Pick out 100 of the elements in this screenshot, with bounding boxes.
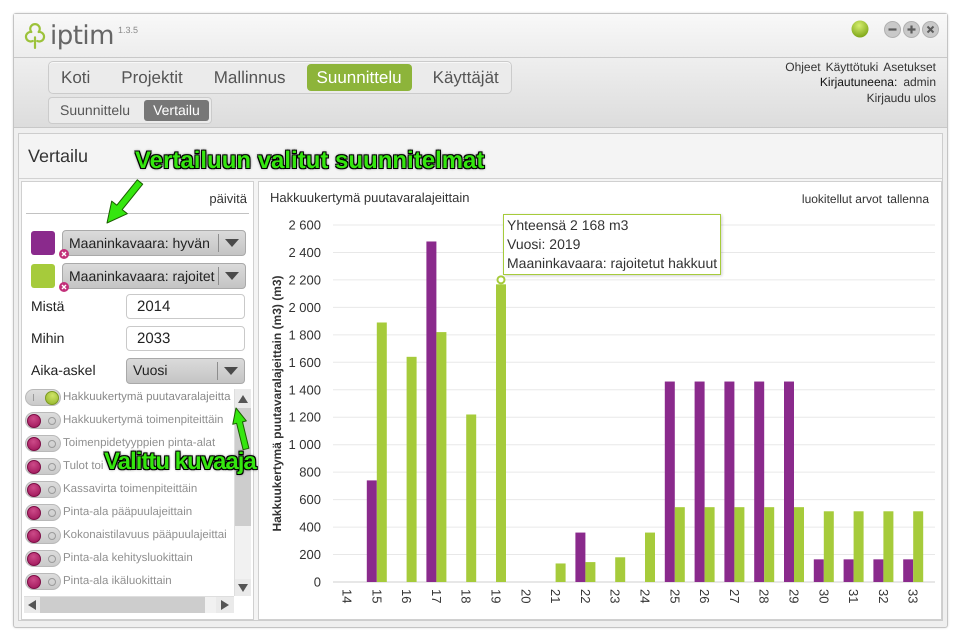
triangle-down-icon: [238, 584, 248, 592]
chart-list-item[interactable]: Kassavirta toimenpiteittäin: [63, 480, 198, 498]
chart-action-link[interactable]: tallenna: [886, 192, 929, 207]
toggle-switch[interactable]: [25, 527, 61, 544]
field-label: Mihin: [31, 329, 66, 348]
x-tick-label: 19: [488, 589, 504, 604]
toggle-switch[interactable]: [25, 435, 61, 452]
chart-list-item[interactable]: Hakkuukertymä toimenpiteittäin: [63, 412, 224, 430]
x-tick-label: 25: [667, 589, 682, 604]
toggle-switch[interactable]: [25, 481, 61, 498]
x-tick-label: 23: [608, 589, 623, 604]
username: admin: [903, 75, 936, 90]
y-tick-label: 1 800: [288, 327, 321, 342]
x-tick-label: 26: [697, 589, 712, 604]
header-link[interactable]: Ohjeet: [785, 60, 821, 75]
toggle-switch[interactable]: [25, 550, 61, 567]
y-tick-label: 2 600: [288, 218, 321, 232]
x-tick-label: 16: [399, 589, 414, 604]
x-tick-label: 17: [428, 589, 444, 604]
plan-select[interactable]: Maaninkavaara: hyvän: [62, 230, 246, 256]
scrollbar-thumb[interactable]: [40, 597, 205, 613]
header-link[interactable]: Asetukset: [883, 60, 936, 75]
chart-list-item[interactable]: Tulot toi: [63, 458, 104, 476]
nav-tab[interactable]: Käyttäjät: [422, 64, 509, 91]
scroll-up-button[interactable]: [235, 389, 251, 408]
y-tick-label: 2 400: [288, 244, 321, 260]
field-label: Mistä: [31, 297, 66, 316]
remove-icon[interactable]: [59, 249, 69, 259]
toggle-switch[interactable]: [25, 389, 61, 406]
remove-icon[interactable]: [59, 282, 69, 292]
minimize-icon[interactable]: [884, 20, 901, 38]
x-tick-label: 14: [340, 589, 354, 604]
scroll-left-button[interactable]: [24, 597, 40, 613]
chart-list-item[interactable]: Kokonaistilavuus pääpuulajeittai: [63, 526, 227, 544]
y-tick-label: 1 400: [288, 382, 321, 398]
time-step-select[interactable]: Vuosi: [126, 358, 245, 384]
close-icon[interactable]: [922, 20, 939, 38]
y-tick-label: 1 200: [288, 410, 321, 425]
bar: [556, 563, 566, 582]
annotation-arrow: [231, 406, 251, 452]
chart-action-link[interactable]: luokitellut arvot: [802, 192, 882, 207]
chart-list-item[interactable]: Pinta-ala kehitysluokittain: [63, 550, 193, 568]
sub-tab[interactable]: Vertailu: [144, 100, 209, 121]
annotation-text: Vertailuun valitut suunnitelmat: [135, 149, 484, 173]
chart-list-item[interactable]: Hakkuukertymä puutavaralajeitta: [63, 388, 230, 406]
annotation-text: Valittu kuvaaja: [104, 450, 256, 474]
caret-down-icon: [225, 239, 239, 247]
login-label: Kirjautuneena:: [820, 75, 898, 90]
toggle-switch[interactable]: [25, 458, 61, 475]
year-input[interactable]: 2033: [126, 326, 245, 351]
triangle-up-icon: [238, 394, 248, 402]
nav-tab[interactable]: Koti: [51, 64, 100, 91]
toggle-switch[interactable]: [25, 573, 61, 590]
x-tick-label: 32: [876, 589, 891, 604]
plan-select[interactable]: Maaninkavaara: rajoitet: [62, 263, 246, 289]
caret-down-icon: [225, 272, 239, 280]
toggle-switch[interactable]: [25, 412, 61, 429]
tree-logo-icon: [24, 22, 46, 48]
field-label: Aika-askel: [31, 361, 97, 380]
chart-list-item[interactable]: Pinta-ala pääpuulajeittain: [63, 504, 192, 522]
y-tick-label: 400: [299, 520, 321, 535]
y-tick-label: 2 200: [288, 272, 321, 288]
logo-text: iptim: [50, 22, 114, 50]
y-tick-label: 1 000: [288, 437, 321, 452]
toggle-switch[interactable]: [25, 504, 61, 521]
horizontal-scrollbar[interactable]: [24, 596, 234, 613]
y-axis-title: Hakkuukertymä puutavaralajeittain (m3) (m3): [270, 275, 284, 532]
x-tick-label: 28: [756, 589, 772, 604]
triangle-right-icon: [221, 600, 229, 610]
logout-link[interactable]: Kirjaudu ulos: [866, 91, 936, 106]
scroll-right-button[interactable]: [216, 597, 234, 613]
bar: [645, 532, 655, 582]
y-tick-label: 2 000: [288, 300, 321, 315]
plus-icon[interactable]: [903, 20, 920, 38]
y-tick-label: 0: [314, 574, 321, 590]
header-link[interactable]: Käyttötuki: [826, 60, 878, 75]
nav-tab[interactable]: Projektit: [111, 64, 193, 91]
caret-down-icon: [224, 366, 238, 374]
annotation-arrow: [104, 177, 146, 226]
scroll-down-button[interactable]: [235, 579, 251, 596]
nav-tab[interactable]: Mallinnus: [204, 64, 296, 91]
x-tick-label: 22: [578, 589, 593, 604]
tooltip-text: Yhteensä 2 168 m3: [507, 216, 630, 235]
x-tick-label: 30: [816, 589, 832, 604]
x-tick-label: 18: [458, 589, 474, 604]
chart-list-item[interactable]: Pinta-ala ikäluokittain: [63, 572, 172, 590]
year-input[interactable]: 2014: [126, 294, 245, 319]
x-tick-label: 31: [846, 589, 862, 604]
x-tick-label: 21: [548, 589, 564, 604]
x-tick-label: 15: [369, 589, 384, 604]
tooltip-text: Vuosi: 2019: [507, 234, 582, 254]
x-tick-label: 24: [638, 589, 652, 604]
x-tick-label: 33: [906, 589, 921, 604]
y-tick-label: 600: [299, 492, 321, 508]
refresh-link[interactable]: päivitä: [209, 191, 247, 213]
chart-title: Hakkuukertymä puutavaralajeittain: [270, 190, 470, 206]
sub-tab[interactable]: Suunnittelu: [60, 100, 138, 121]
chart-list-item[interactable]: Toimenpidetyyppien pinta-alat: [63, 434, 216, 452]
y-tick-label: 1 600: [288, 354, 321, 370]
status-dot-icon: [851, 20, 869, 38]
